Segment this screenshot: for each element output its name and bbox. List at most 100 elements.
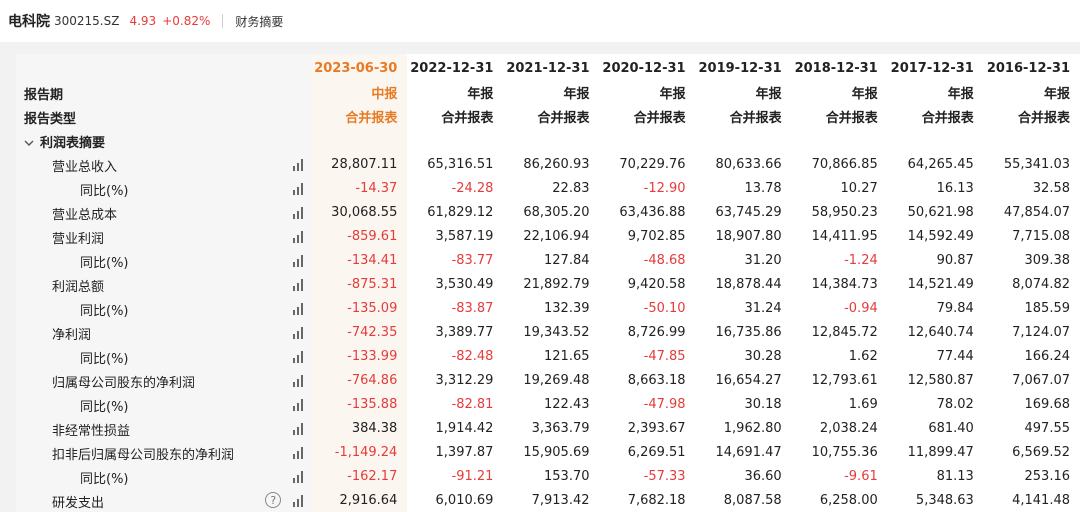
group-label-cell[interactable]: 利润表摘要 [16,128,312,152]
value-cell: 5,348.63 [887,488,984,512]
empty-cell [407,128,504,152]
group-row-income[interactable]: 利润表摘要 [16,128,1080,152]
value-cell: 9,420.58 [599,272,696,296]
financial-summary-table[interactable]: 2023-06-30 2022-12-31 2021-12-31 2020-12-31… [16,54,1080,512]
group-label[interactable]: 利润表摘要 [24,132,105,151]
value-cell: 122.43 [503,392,600,416]
stock-price: 4.93 [129,14,157,28]
value-cell: 3,363.79 [503,416,600,440]
value-cell: 16,735.86 [695,320,792,344]
bar-chart-icon[interactable] [293,159,305,171]
value-cell: 16,654.27 [695,368,792,392]
type-label: 报告类型 [24,112,77,127]
value-cell: -133.99 [311,344,408,368]
column-date[interactable]: 2017-12-31 [887,54,984,80]
value-cell: -91.21 [407,464,504,488]
table-row[interactable]: 同比(%) -14.37 -24.28 22.83 -12.90 13.78 10.27 16… [16,176,1080,200]
value-cell: -50.10 [599,296,696,320]
section-title[interactable]: 财务摘要 [235,13,283,30]
table-row[interactable]: 营业总成本 30,068.55 61,829.12 68,305.20 63,436.8… [16,200,1080,224]
table-row[interactable]: 同比(%) -134.41 -83.77 127.84 -48.68 31.20 -1.24… [16,248,1080,272]
column-date[interactable]: 2018-12-31 [791,54,888,80]
bar-chart-icon[interactable] [293,207,305,219]
chevron-down-icon[interactable] [24,136,34,151]
value-cell: 19,343.52 [503,320,600,344]
column-period: 年报 [407,80,504,104]
row-label: 净利润 [52,328,92,343]
column-date[interactable]: 2021-12-31 [503,54,600,80]
stock-change: +0.82% [162,14,211,28]
bar-chart-icon[interactable] [293,183,305,195]
column-date[interactable]: 2019-12-31 [695,54,792,80]
row-label-cell: 研发支出? [16,488,312,512]
table-row[interactable]: 同比(%) -133.99 -82.48 121.65 -47.85 30.28 1.62 7… [16,344,1080,368]
column-type: 合并报表 [503,104,600,128]
period-header-row: 报告期 中报 年报 年报 年报 年报 年报 年报 年报 [16,80,1080,104]
type-header-row: 报告类型 合并报表 合并报表 合并报表 合并报表 合并报表 合并报表 合并报表 合并报表 [16,104,1080,128]
value-cell: -47.98 [599,392,696,416]
period-label: 报告期 [24,88,64,103]
value-cell: -135.09 [311,296,408,320]
table-row[interactable]: 同比(%) -162.17 -91.21 153.70 -57.33 36.60 -9.61… [16,464,1080,488]
bar-chart-icon[interactable] [293,255,305,267]
bar-chart-icon[interactable] [293,399,305,411]
bar-chart-icon[interactable] [293,375,305,387]
row-label: 营业总成本 [52,208,118,223]
bar-chart-icon[interactable] [293,495,305,507]
table-row[interactable]: 净利润 -742.35 3,389.77 19,343.52 8,726.99 16,73… [16,320,1080,344]
empty-cell [311,128,408,152]
value-cell: -135.88 [311,392,408,416]
bar-chart-icon[interactable] [293,447,305,459]
row-label-cell: 营业总收入 [16,152,312,176]
date-header-row: 2023-06-30 2022-12-31 2021-12-31 2020-12-31… [16,54,1080,80]
value-cell: 121.65 [503,344,600,368]
row-label-cell: 同比(%) [16,248,312,272]
value-cell: 18,878.44 [695,272,792,296]
value-cell: -1.24 [791,248,888,272]
value-cell: 22.83 [503,176,600,200]
row-label-cell: 同比(%) [16,296,312,320]
value-cell: 63,745.29 [695,200,792,224]
bar-chart-icon[interactable] [293,423,305,435]
value-cell: 6,258.00 [791,488,888,512]
value-cell: 12,640.74 [887,320,984,344]
value-cell: 77.44 [887,344,984,368]
value-cell: 169.68 [983,392,1080,416]
bar-chart-icon[interactable] [293,279,305,291]
table-row[interactable]: 同比(%) -135.88 -82.81 122.43 -47.98 30.18 1.69 7… [16,392,1080,416]
table-row[interactable]: 归属母公司股东的净利润 -764.86 3,312.29 19,269.48 8,663… [16,368,1080,392]
column-date[interactable]: 2020-12-31 [599,54,696,80]
value-cell: 79.84 [887,296,984,320]
bar-chart-icon[interactable] [293,303,305,315]
table-row[interactable]: 营业利润 -859.61 3,587.19 22,106.94 9,702.85 18,9… [16,224,1080,248]
column-date[interactable]: 2016-12-31 [983,54,1080,80]
table-row[interactable]: 同比(%) -135.09 -83.87 132.39 -50.10 31.24 -0.94… [16,296,1080,320]
corner-cell [16,54,312,80]
table-row[interactable]: 非经常性损益 384.38 1,914.42 3,363.79 2,393.67 1,96… [16,416,1080,440]
bar-chart-icon[interactable] [293,471,305,483]
row-label: 归属母公司股东的净利润 [52,376,196,391]
value-cell: 70,866.85 [791,152,888,176]
bar-chart-icon[interactable] [293,327,305,339]
value-cell: 9,702.85 [599,224,696,248]
help-icon[interactable]: ? [265,492,282,508]
value-cell: 3,312.29 [407,368,504,392]
table-row[interactable]: 营业总收入 28,807.11 65,316.51 86,260.93 70,229.7… [16,152,1080,176]
row-label: 同比(%) [80,184,129,199]
table-row[interactable]: 利润总额 -875.31 3,530.49 21,892.79 9,420.58 18,8… [16,272,1080,296]
bar-chart-icon[interactable] [293,231,305,243]
empty-cell [503,128,600,152]
bar-chart-icon[interactable] [293,351,305,363]
column-date[interactable]: 2022-12-31 [407,54,504,80]
value-cell: -162.17 [311,464,408,488]
table-row[interactable]: 扣非后归属母公司股东的净利润 -1,149.24 1,397.87 15,905.69… [16,440,1080,464]
value-cell: 497.55 [983,416,1080,440]
value-cell: 309.38 [983,248,1080,272]
table-row[interactable]: 研发支出? 2,916.64 6,010.69 7,913.42 7,682.18 8,0… [16,488,1080,512]
row-label: 同比(%) [80,256,129,271]
value-cell: 65,316.51 [407,152,504,176]
column-date[interactable]: 2023-06-30 [311,54,408,80]
value-cell: 47,854.07 [983,200,1080,224]
row-label: 营业利润 [52,232,105,247]
value-cell: 32.58 [983,176,1080,200]
